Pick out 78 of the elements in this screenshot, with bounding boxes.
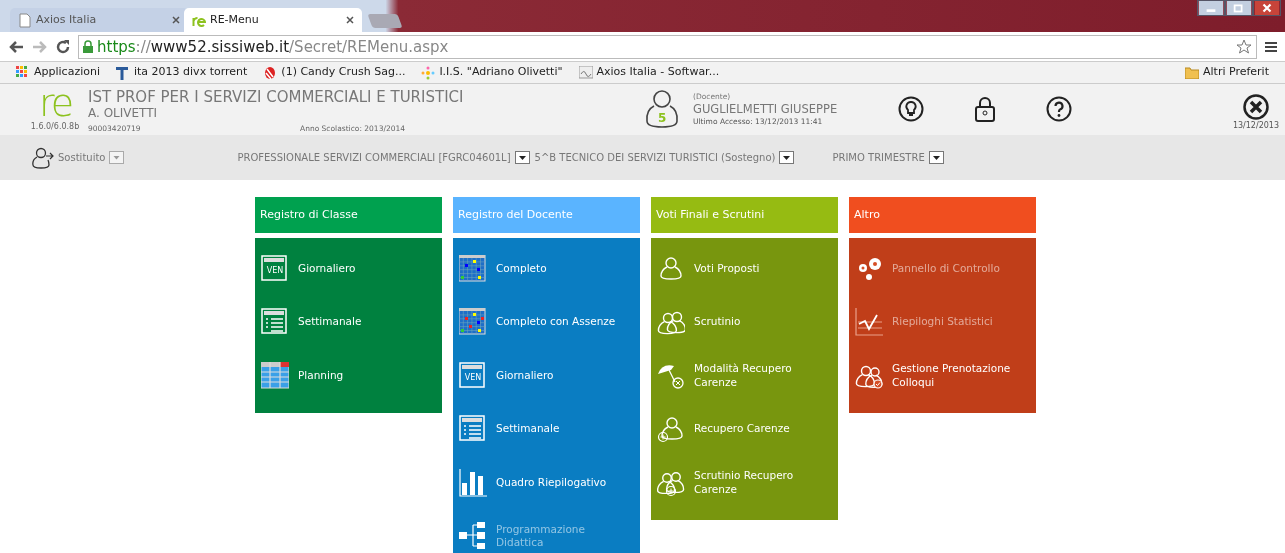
school-subtitle: A. OLIVETTI <box>88 106 159 120</box>
group-header: Registro di Classe <box>255 197 442 233</box>
menu-item[interactable]: Completo con Assenze <box>459 295 634 349</box>
menu-item[interactable]: Scrutinio <box>657 295 832 349</box>
bookmark-link[interactable]: Applicazioni <box>16 64 100 81</box>
calendar-icon <box>261 254 289 283</box>
help-icon[interactable] <box>1046 96 1072 122</box>
line-chart-icon <box>855 308 883 337</box>
exit-date: 13/12/2013 <box>1232 120 1279 132</box>
back-icon[interactable] <box>8 39 24 54</box>
menu-item[interactable]: Planning <box>261 349 436 403</box>
user-name: GUGLIELMETTI GIUSEPPE <box>693 102 839 117</box>
star-icon[interactable] <box>1236 38 1252 55</box>
axios-icon <box>578 65 593 80</box>
bookmark-link[interactable]: Axios Italia - Softwar... <box>578 64 720 81</box>
apps-icon <box>16 65 30 80</box>
user-switch-icon <box>32 146 54 169</box>
list-icon <box>261 308 289 337</box>
padlock-icon[interactable] <box>972 96 998 122</box>
letter-t-icon <box>116 65 130 80</box>
menu-item[interactable]: Voti Proposti <box>657 242 832 296</box>
padlock-icon <box>83 40 93 53</box>
user-avatar-icon <box>645 88 679 128</box>
menu-item[interactable]: VEN Giornaliero <box>459 349 634 403</box>
grid-calendar-icon <box>459 308 487 337</box>
close-icon[interactable] <box>346 16 354 24</box>
flower-icon <box>421 65 436 80</box>
menu-item[interactable]: Settimanale <box>459 402 634 456</box>
menu-item[interactable]: Scrutinio Recupero Carenze <box>657 456 832 510</box>
bar-chart-icon <box>459 468 487 497</box>
person-plus-icon <box>657 415 685 444</box>
close-icon[interactable] <box>1253 0 1281 16</box>
new-tab-button[interactable] <box>367 14 403 28</box>
bookmark-link[interactable]: ita 2013 divx torrent <box>116 64 248 81</box>
menu-item[interactable]: Quadro Riepilogativo <box>459 456 634 510</box>
person-icon <box>657 254 685 283</box>
lightbulb-icon[interactable] <box>898 96 924 122</box>
course-label: PROFESSIONALE SERVIZI COMMERCIALI [FGRC04601L] <box>237 151 511 165</box>
menu-item[interactable]: Gestione Prenotazione Colloqui <box>855 349 1030 403</box>
folder-icon <box>1185 66 1199 79</box>
minimize-icon[interactable] <box>1197 0 1225 16</box>
restore-icon[interactable] <box>1225 0 1253 16</box>
calendar-day-text: VEN <box>463 372 483 383</box>
hierarchy-icon <box>459 522 487 551</box>
menu-item[interactable]: Recupero Carenze <box>657 402 832 456</box>
bookmark-link[interactable]: (1) Candy Crush Sag... <box>263 64 406 81</box>
page-icon <box>18 12 32 28</box>
app-logo: re <box>38 86 72 120</box>
school-name: IST PROF PER I SERVIZI COMMERCIALI E TURISTICI <box>88 88 465 106</box>
candy-icon <box>263 65 278 80</box>
menu-item[interactable]: Completo <box>459 242 634 296</box>
grid-calendar-icon <box>459 254 487 283</box>
dropdown-button[interactable] <box>779 151 795 164</box>
bookmark-link[interactable]: I.I.S. "Adriano Olivetti" <box>421 64 563 81</box>
menu-icon[interactable] <box>1265 40 1277 53</box>
menu-item[interactable]: Modalità Recupero Carenze <box>657 349 832 403</box>
browser-tab[interactable]: RE-Menu <box>184 8 362 32</box>
period-label: PRIMO TRIMESTRE <box>832 151 925 165</box>
version-text: 1.6.0/6.0.8b <box>30 121 80 133</box>
spreadsheet-icon <box>261 361 289 390</box>
url-text: https://www52.sissiweb.it/Secret/REMenu.aspx <box>97 36 450 58</box>
menu-item[interactable]: Settimanale <box>261 295 436 349</box>
group-header: Voti Finali e Scrutini <box>651 197 838 233</box>
substitute-label: Sostituito <box>58 151 106 165</box>
dropdown-button[interactable] <box>514 151 530 164</box>
close-icon[interactable] <box>1242 94 1269 120</box>
bookmark-folder[interactable]: Altri Preferit <box>1185 64 1269 81</box>
calendar-icon <box>459 361 487 390</box>
dropdown-button[interactable] <box>928 151 944 164</box>
address-bar[interactable]: https://www52.sissiweb.it/Secret/REMenu.aspx <box>78 34 1257 59</box>
list-icon <box>459 415 487 444</box>
group-header: Registro del Docente <box>453 197 640 233</box>
group-header: Altro <box>849 197 1036 233</box>
class-label: 5^B TECNICO DEI SERVIZI TURISTICI (Sostegno) <box>534 151 776 165</box>
calendar-day-text: VEN <box>265 265 285 276</box>
menu-item[interactable]: VEN Giornaliero <box>261 242 436 296</box>
reload-icon[interactable] <box>56 39 70 54</box>
user-badge-number: 5 <box>658 110 667 127</box>
